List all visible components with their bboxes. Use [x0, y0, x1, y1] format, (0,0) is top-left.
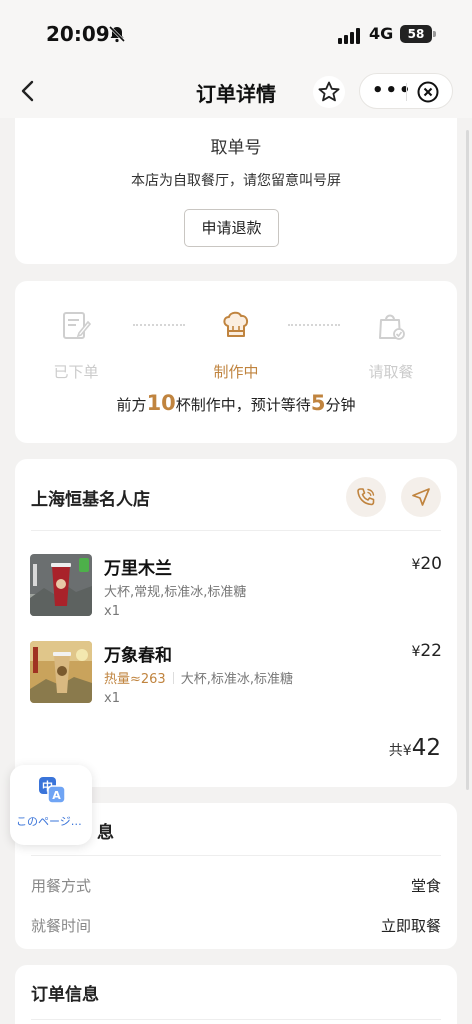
item-price: ¥20 — [411, 554, 442, 574]
store-note: 本店为自取餐厅，请您留意叫号屏 — [131, 173, 341, 189]
dining-info-title: 息 — [97, 823, 114, 843]
item-spec-text: 大杯,常规,标准冰,标准糖 — [104, 585, 247, 600]
pickup-card: 取单号 本店为自取餐厅，请您留意叫号屏 申请退款 — [15, 100, 457, 264]
item-thumbnail — [30, 554, 92, 616]
dining-mode-row: 用餐方式 堂食 — [31, 875, 441, 896]
queue-cups: 10 — [146, 391, 176, 415]
miniapp-capsule: ••• — [359, 73, 453, 109]
item-spec: 热量≈263 大杯,标准冰,标准糖 — [104, 668, 293, 687]
queue-mid: 杯制作中，预计等待 — [175, 396, 311, 414]
queue-suffix: 分钟 — [325, 396, 356, 414]
network-type: 4G — [369, 24, 394, 43]
order-doc-icon — [63, 312, 92, 339]
step-making: 制作中 — [196, 309, 276, 382]
refund-button[interactable]: 申请退款 — [184, 209, 279, 247]
battery-icon: 58 — [400, 25, 436, 43]
call-store-button[interactable] — [346, 477, 386, 517]
step-making-label: 制作中 — [213, 363, 259, 381]
star-icon — [318, 81, 340, 102]
store-name: 上海恒基名人店 — [31, 490, 150, 510]
dining-time-value: 立即取餐 — [380, 917, 441, 935]
chef-hat-icon — [223, 311, 249, 337]
queue-info: 前方10杯制作中，预计等待5分钟 — [15, 391, 457, 415]
progress-card: 已下单 制作中 请取餐 前方10杯制作中，预计等待5分钟 — [15, 281, 457, 443]
silent-bell-icon — [108, 25, 126, 43]
item-price: ¥22 — [411, 641, 442, 661]
dining-mode-key: 用餐方式 — [31, 877, 92, 895]
item-price-value: 20 — [420, 554, 442, 574]
item-thumbnail — [30, 641, 92, 703]
total-currency: ¥ — [402, 743, 412, 759]
item-qty: x1 — [104, 604, 120, 619]
navigate-store-button[interactable] — [401, 477, 441, 517]
progress-connector — [133, 324, 185, 326]
item-spec: 大杯,常规,标准冰,标准糖 — [104, 581, 246, 600]
store-order-card: 上海恒基名人店 万里木兰 大杯,常规,标准冰,标准糖 x1 ¥20 万象春和 热… — [15, 459, 457, 787]
step-pickup-label: 请取餐 — [368, 363, 414, 381]
favorite-button[interactable] — [313, 76, 345, 108]
nav-bar: 订单详情 ••• — [0, 64, 472, 118]
order-item[interactable]: 万里木兰 大杯,常规,标准冰,标准糖 x1 ¥20 — [30, 554, 442, 624]
top-bar: 20:09 4G 58 订单详情 ••• — [0, 0, 472, 118]
scrollbar[interactable] — [466, 130, 469, 790]
tea-cup-image — [30, 641, 92, 703]
item-name: 万里木兰 — [104, 559, 172, 579]
signal-icon — [338, 28, 360, 44]
capsule-divider — [406, 83, 407, 101]
item-calories: 热量≈263 — [104, 672, 166, 687]
step-pickup: 请取餐 — [351, 309, 431, 382]
close-circle-icon[interactable] — [416, 80, 440, 104]
total-label: 共 — [388, 743, 403, 759]
item-price-value: 22 — [420, 641, 442, 661]
step-ordered-label: 已下单 — [53, 363, 99, 381]
dining-mode-value: 堂食 — [410, 877, 441, 895]
phone-icon — [357, 488, 375, 506]
total-amount: 42 — [411, 735, 441, 761]
progress-connector — [288, 324, 340, 326]
dining-time-key: 就餐时间 — [31, 917, 92, 935]
step-ordered: 已下单 — [36, 309, 116, 382]
item-spec-text: 大杯,标准冰,标准糖 — [180, 672, 293, 687]
order-info-title: 订单信息 — [31, 985, 99, 1005]
divider — [31, 530, 441, 531]
translate-page-button[interactable]: 中 A このページ… — [10, 765, 92, 845]
item-name: 万象春和 — [104, 646, 172, 666]
spec-divider — [172, 672, 174, 684]
status-bar: 20:09 4G 58 — [0, 0, 472, 64]
order-info-card: 订单信息 — [15, 965, 457, 1024]
order-item[interactable]: 万象春和 热量≈263 大杯,标准冰,标准糖 x1 ¥22 — [30, 641, 442, 711]
divider — [31, 855, 441, 856]
pickup-bag-icon — [379, 314, 405, 340]
queue-prefix: 前方 — [116, 396, 147, 414]
divider — [31, 1019, 441, 1020]
queue-minutes: 5 — [310, 391, 326, 415]
dining-time-row: 就餐时间 立即取餐 — [31, 915, 441, 936]
navigation-arrow-icon — [412, 488, 430, 506]
tea-cup-image — [30, 554, 92, 616]
svg-text:A: A — [52, 789, 61, 802]
item-qty: x1 — [104, 691, 120, 706]
pickup-number-label: 取单号 — [210, 138, 262, 158]
translate-icon: 中 A — [39, 777, 66, 804]
order-total: 共¥42 — [389, 735, 441, 761]
translate-label: このページ… — [16, 815, 82, 828]
status-time: 20:09 — [46, 22, 110, 46]
